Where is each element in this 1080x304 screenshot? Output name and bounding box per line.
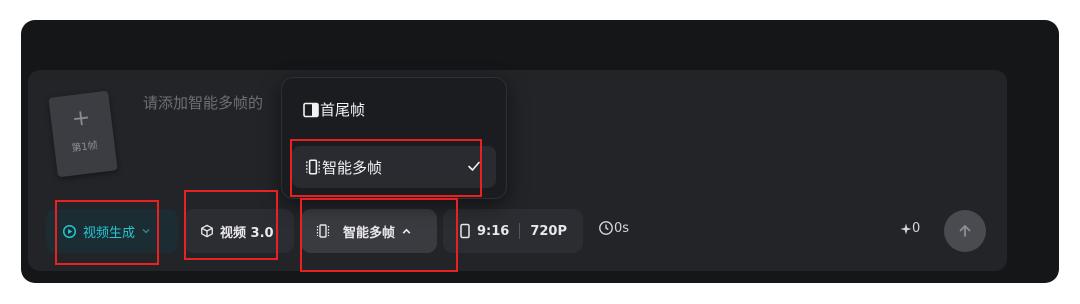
highlight-box-frames	[300, 198, 458, 272]
frame-label: 第1帧	[70, 140, 99, 155]
highlight-box-mode	[55, 200, 159, 265]
add-frame-icon: +	[70, 105, 92, 133]
arrow-up-icon	[957, 223, 973, 239]
first-last-frame-icon	[302, 101, 320, 119]
duration-label: 0s	[614, 220, 630, 236]
highlight-box-model	[184, 190, 278, 260]
prompt-placeholder[interactable]: 请添加智能多帧的	[143, 92, 263, 113]
submit-button[interactable]	[944, 210, 986, 252]
resolution-label: 720P	[530, 223, 568, 239]
dropdown-item-first-last-frame[interactable]: 首尾帧	[302, 99, 365, 120]
credits-count: 0	[912, 221, 921, 236]
duration-button[interactable]: 0s	[598, 220, 629, 236]
sparkle-icon	[900, 223, 912, 235]
divider	[519, 223, 521, 239]
dropdown-item-label: 首尾帧	[320, 101, 366, 119]
portrait-ratio-icon	[459, 223, 471, 239]
credits-indicator: 0	[900, 221, 920, 236]
clock-icon	[598, 220, 614, 236]
ratio-resolution-button[interactable]: 9:16 720P	[443, 209, 583, 253]
highlight-box-dropdown-item	[290, 139, 482, 197]
aspect-ratio-label: 9:16	[477, 223, 510, 239]
first-frame-upload[interactable]: + 第1帧	[48, 90, 118, 178]
